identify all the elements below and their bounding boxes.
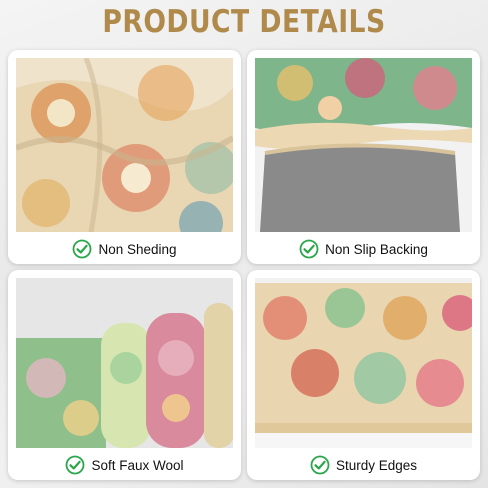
check-circle-icon [66,455,85,475]
rug-edge-photo [255,278,472,448]
feature-label: Soft Faux Wool [91,457,184,473]
rug-backing-photo [255,58,472,232]
feature-card-sturdy-edges: Sturdy Edges [247,270,480,480]
feature-label: Sturdy Edges [335,457,418,473]
check-circle-icon [299,239,319,259]
feature-caption: Non Slip Backing [247,234,480,264]
rolled-rugs-photo [16,278,233,448]
feature-card-non-shedding: Non Sheding [8,50,241,264]
page-title: PRODUCT DETAILS [102,4,386,40]
feature-caption: Non Sheding [8,234,241,264]
feature-card-soft-wool: Soft Faux Wool [8,270,241,480]
feature-caption: Soft Faux Wool [8,450,241,480]
feature-label: Non Sheding [98,241,177,257]
check-circle-icon [310,455,330,475]
feature-label: Non Slip Backing [325,241,428,257]
feature-caption: Sturdy Edges [247,450,480,480]
check-circle-icon [73,239,92,259]
feature-card-non-slip: Non Slip Backing [247,50,480,264]
rug-closeup-photo [16,58,233,232]
